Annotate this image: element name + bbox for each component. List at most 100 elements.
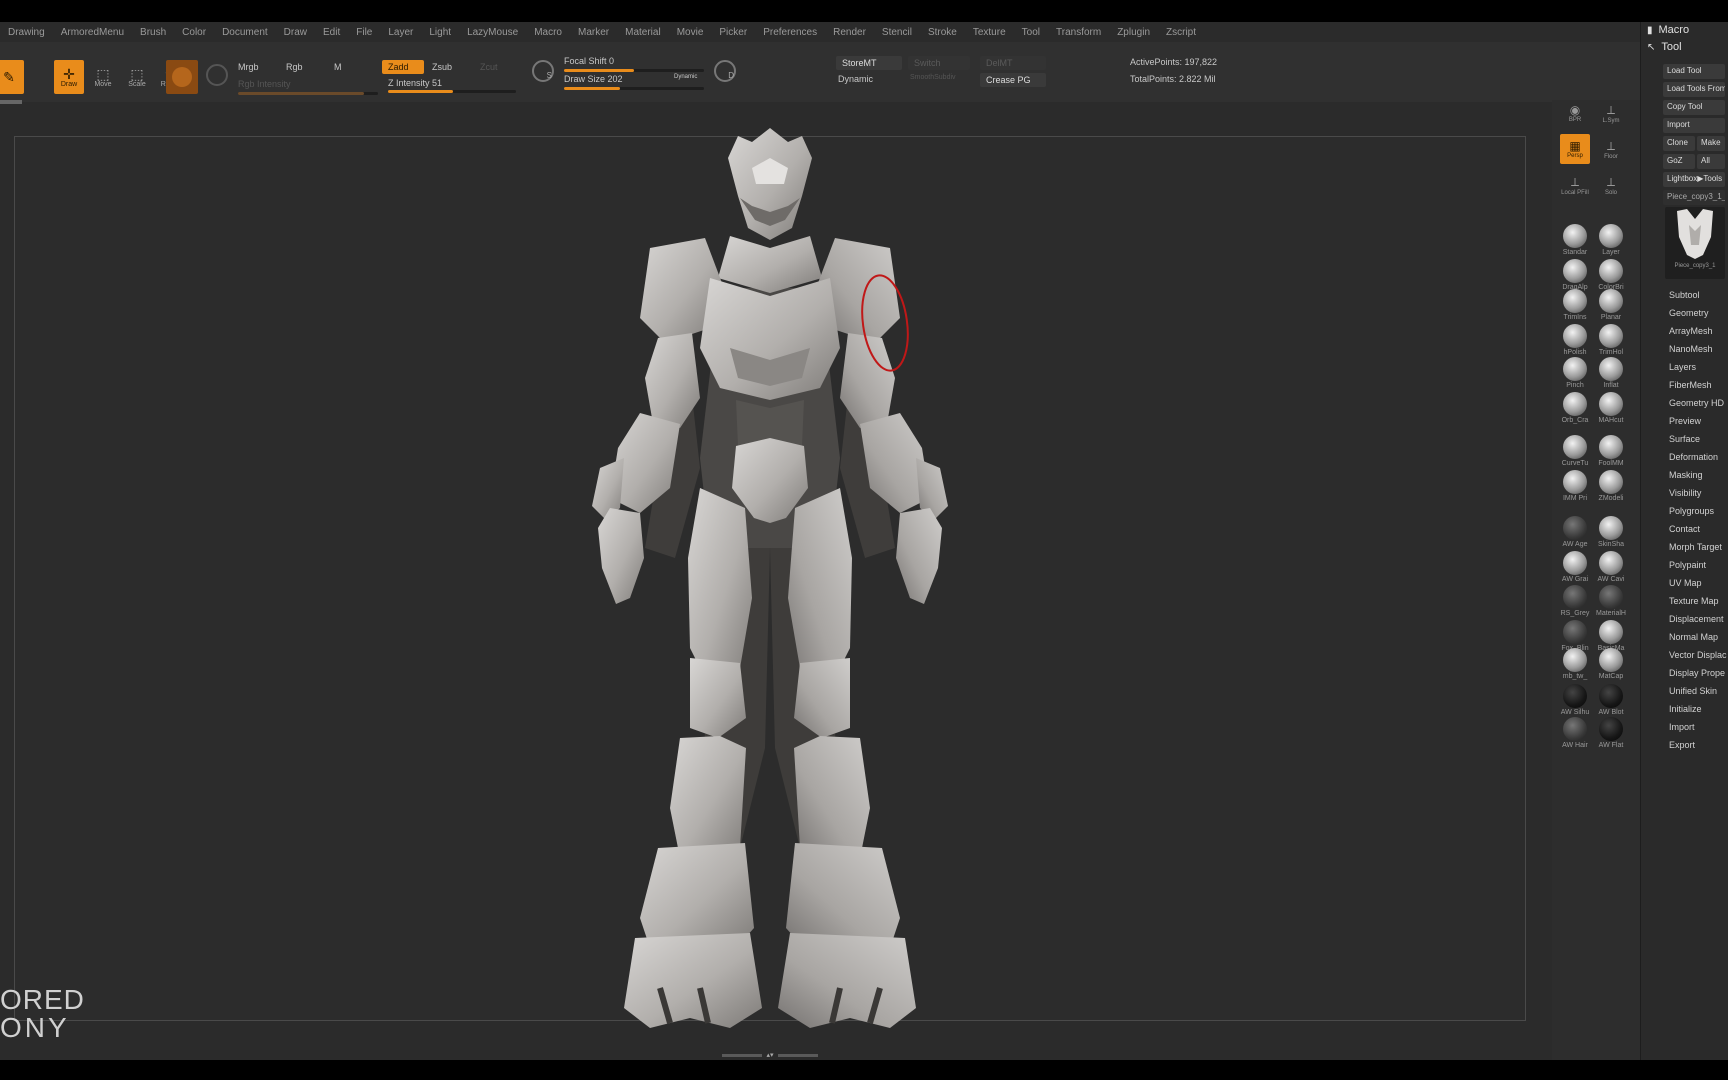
menu-light[interactable]: Light: [421, 27, 459, 38]
subpalette-geometry-hd[interactable]: Geometry HD: [1669, 398, 1724, 408]
clone-button[interactable]: Clone: [1663, 136, 1695, 151]
subpalette-subtool[interactable]: Subtool: [1669, 290, 1700, 300]
subpalette-normal-map[interactable]: Normal Map: [1669, 632, 1718, 642]
brush-swatch[interactable]: Pinch: [1558, 357, 1592, 389]
brush-swatch[interactable]: Planar: [1594, 289, 1628, 321]
subpalette-contact[interactable]: Contact: [1669, 524, 1700, 534]
subpalette-nanomesh[interactable]: NanoMesh: [1669, 344, 1713, 354]
edit-tool-button[interactable]: ✎: [0, 60, 24, 94]
shelf-tile-0[interactable]: ◉ BPR: [1560, 98, 1590, 128]
menu-preferences[interactable]: Preferences: [755, 27, 825, 38]
brush-swatch[interactable]: Standar: [1558, 224, 1592, 256]
shelf-tile-3[interactable]: ⟂ Floor: [1596, 134, 1626, 164]
menu-draw[interactable]: Draw: [276, 27, 315, 38]
menu-file[interactable]: File: [348, 27, 380, 38]
brush-swatch[interactable]: hPolish: [1558, 324, 1592, 356]
subpalette-uv-map[interactable]: UV Map: [1669, 578, 1702, 588]
subpalette-surface[interactable]: Surface: [1669, 434, 1700, 444]
brush-swatch[interactable]: MAHcut: [1594, 392, 1628, 424]
brush-swatch[interactable]: Orb_Cra: [1558, 392, 1592, 424]
shelf-scroll-indicator[interactable]: [0, 100, 22, 104]
goz-all-button[interactable]: All: [1697, 154, 1725, 169]
brush-swatch[interactable]: ZModeli: [1594, 470, 1628, 502]
menu-stencil[interactable]: Stencil: [874, 27, 920, 38]
menu-picker[interactable]: Picker: [711, 27, 755, 38]
brush-swatch[interactable]: ColorBri: [1594, 259, 1628, 291]
subpalette-displacement[interactable]: Displacement: [1669, 614, 1724, 624]
shelf-tile-1[interactable]: ⟂ L.Sym: [1596, 98, 1626, 128]
menu-tool[interactable]: Tool: [1014, 27, 1048, 38]
m-toggle[interactable]: M: [334, 62, 342, 72]
brush-swatch[interactable]: MaterialH: [1594, 585, 1628, 617]
rgb-toggle[interactable]: Rgb: [286, 62, 303, 72]
subpalette-texture-map[interactable]: Texture Map: [1669, 596, 1719, 606]
mrgb-toggle[interactable]: Mrgb: [238, 62, 259, 72]
load-tool-button[interactable]: Load Tool: [1663, 64, 1725, 79]
menu-movie[interactable]: Movie: [669, 27, 712, 38]
menu-macro[interactable]: Macro: [526, 27, 570, 38]
tool-header[interactable]: ↖ Tool: [1647, 41, 1682, 53]
menu-stroke[interactable]: Stroke: [920, 27, 965, 38]
scale-tool-button[interactable]: ⬚ Scale: [122, 60, 152, 94]
rgb-intensity-slider[interactable]: [238, 92, 378, 95]
draw-size-slider[interactable]: [564, 87, 704, 90]
menu-marker[interactable]: Marker: [570, 27, 617, 38]
menu-document[interactable]: Document: [214, 27, 276, 38]
brush-swatch[interactable]: SkinSha: [1594, 516, 1628, 548]
menu-texture[interactable]: Texture: [965, 27, 1014, 38]
copy-tool-button[interactable]: Copy Tool: [1663, 100, 1725, 115]
brush-swatch[interactable]: FoolMM: [1594, 435, 1628, 467]
goz-button[interactable]: GoZ: [1663, 154, 1695, 169]
macro-header[interactable]: ▮ Macro: [1647, 24, 1689, 36]
s-lazy-icon[interactable]: S: [532, 60, 554, 82]
dynamic-subdiv-button[interactable]: Dynamic: [838, 74, 873, 84]
crease-pg-button[interactable]: Crease PG: [980, 73, 1046, 87]
zcut-toggle[interactable]: Zcut: [480, 62, 498, 72]
shelf-tile-4[interactable]: ⟂ Local PFill: [1560, 170, 1590, 200]
brush-swatch[interactable]: MatCap: [1594, 648, 1628, 680]
brush-swatch[interactable]: Inflat: [1594, 357, 1628, 389]
brush-swatch[interactable]: AW Age: [1558, 516, 1592, 548]
canvas-scroll-handle[interactable]: ▴▾: [722, 1052, 818, 1059]
brush-swatch[interactable]: AW Silhu: [1558, 684, 1592, 716]
brush-swatch[interactable]: TrimIns: [1558, 289, 1592, 321]
brush-swatch[interactable]: CurveTu: [1558, 435, 1592, 467]
menu-drawing[interactable]: Drawing: [0, 27, 53, 38]
lightbox-tools-button[interactable]: Lightbox▶Tools: [1663, 172, 1725, 187]
zsub-toggle[interactable]: Zsub: [432, 62, 452, 72]
menu-zplugin[interactable]: Zplugin: [1109, 27, 1158, 38]
brush-swatch[interactable]: AW Flat: [1594, 717, 1628, 749]
brush-swatch[interactable]: AW Cavi: [1594, 551, 1628, 583]
subpalette-preview[interactable]: Preview: [1669, 416, 1701, 426]
subpalette-deformation[interactable]: Deformation: [1669, 452, 1718, 462]
subpalette-unified-skin[interactable]: Unified Skin: [1669, 686, 1717, 696]
menu-render[interactable]: Render: [825, 27, 874, 38]
subpalette-display-prope[interactable]: Display Prope: [1669, 668, 1725, 678]
subpalette-geometry[interactable]: Geometry: [1669, 308, 1709, 318]
menu-lazymouse[interactable]: LazyMouse: [459, 27, 526, 38]
menu-brush[interactable]: Brush: [132, 27, 174, 38]
brush-swatch[interactable]: AW Grai: [1558, 551, 1592, 583]
import-tool-button[interactable]: Import: [1663, 118, 1725, 133]
brush-swatch[interactable]: TrimHol: [1594, 324, 1628, 356]
subpalette-import[interactable]: Import: [1669, 722, 1695, 732]
subpalette-polypaint[interactable]: Polypaint: [1669, 560, 1706, 570]
focal-shift-slider[interactable]: [564, 69, 704, 72]
menu-color[interactable]: Color: [174, 27, 214, 38]
subpalette-morph-target[interactable]: Morph Target: [1669, 542, 1722, 552]
storemt-button[interactable]: StoreMT: [836, 56, 902, 70]
shelf-tile-5[interactable]: ⟂ Solo: [1596, 170, 1626, 200]
make-polymesh-button[interactable]: Make: [1697, 136, 1725, 151]
brush-swatch[interactable]: RS_Grey: [1558, 585, 1592, 617]
current-tool-thumbnail[interactable]: Piece_copy3_1: [1665, 207, 1725, 279]
dynamic-size-toggle[interactable]: Dynamic: [674, 74, 697, 80]
brush-swatch[interactable]: DragAlp: [1558, 259, 1592, 291]
subpalette-masking[interactable]: Masking: [1669, 470, 1703, 480]
subpalette-layers[interactable]: Layers: [1669, 362, 1696, 372]
brush-swatch[interactable]: AW Hair: [1558, 717, 1592, 749]
subpalette-export[interactable]: Export: [1669, 740, 1695, 750]
brush-alpha-icon[interactable]: [206, 64, 228, 86]
material-swatch-button[interactable]: [166, 60, 198, 94]
menu-transform[interactable]: Transform: [1048, 27, 1109, 38]
shelf-tile-2[interactable]: ▦ Persp: [1560, 134, 1590, 164]
